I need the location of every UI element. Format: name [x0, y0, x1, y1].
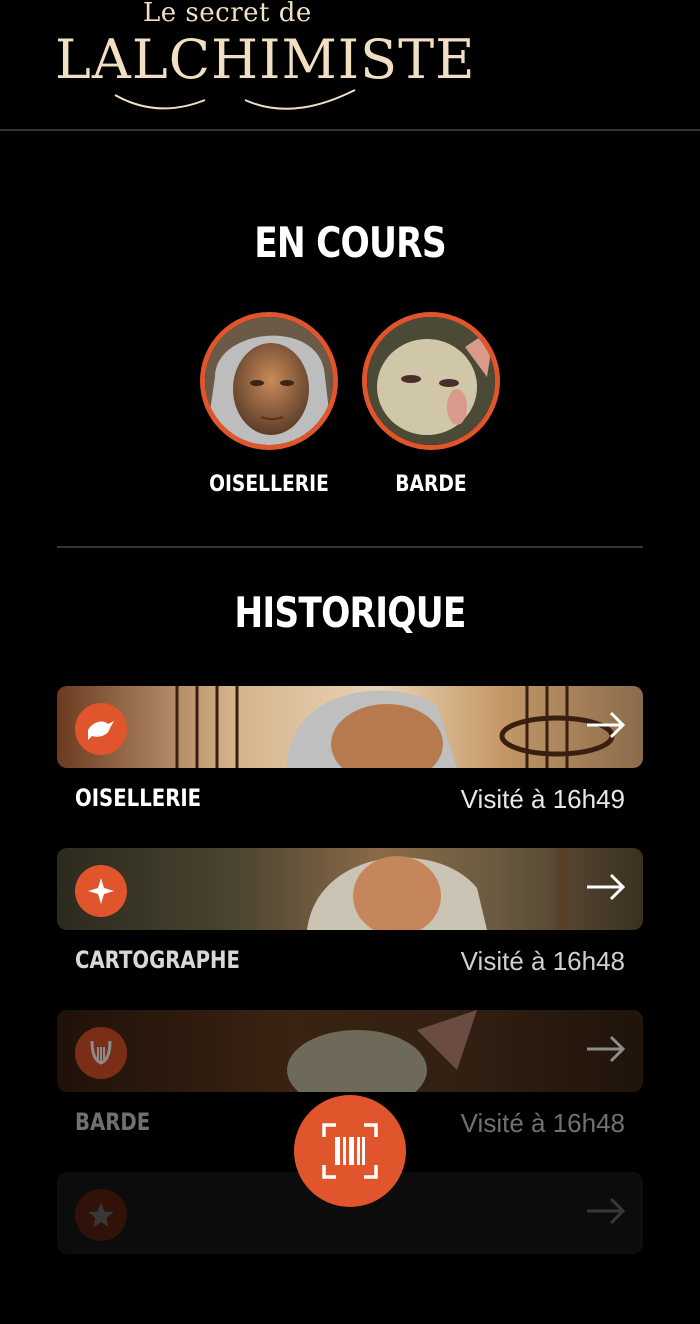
- historique-title: HISTORIQUE: [234, 588, 466, 637]
- history-time: Visité à 16h49: [460, 784, 625, 814]
- arrow-right-icon[interactable]: [585, 1196, 627, 1226]
- avatar-barde[interactable]: [362, 312, 500, 450]
- avatar-label-barde: BARDE: [395, 472, 467, 497]
- creature-portrait: [367, 317, 495, 445]
- history-title: CARTOGRAPHE: [75, 946, 240, 974]
- history-title: BARDE: [75, 1108, 151, 1136]
- banner-illustration: [287, 1010, 477, 1092]
- history-banner: [57, 686, 643, 768]
- history-card-oisellerie[interactable]: OISELLERIE Visité à 16h49: [57, 686, 643, 838]
- history-banner: [57, 1010, 643, 1092]
- arrow-right-icon[interactable]: [585, 710, 627, 740]
- history-time: Visité à 16h48: [460, 1108, 625, 1138]
- app-logo: Le secret de LALCHIMISTE: [55, 0, 475, 120]
- banner-illustration: [307, 848, 569, 930]
- history-time: Visité à 16h48: [460, 946, 625, 976]
- history-card-cartographe[interactable]: CARTOGRAPHE Visité à 16h48: [57, 848, 643, 1000]
- avatar-oisellerie[interactable]: [200, 312, 338, 450]
- en-cours-title: EN COURS: [254, 218, 446, 267]
- avatar-label-oisellerie: OISELLERIE: [209, 472, 329, 497]
- bird-icon: [75, 703, 127, 755]
- section-divider: [57, 546, 643, 548]
- logo-flourish-icon: [114, 89, 356, 110]
- star-icon: [75, 1189, 127, 1241]
- scan-button[interactable]: [294, 1095, 406, 1207]
- compass-star-icon: [75, 865, 127, 917]
- arrow-right-icon[interactable]: [585, 872, 627, 902]
- history-banner: [57, 848, 643, 930]
- barcode-scan-icon: [322, 1123, 378, 1179]
- old-woman-portrait: [205, 317, 333, 445]
- lyre-icon: [75, 1027, 127, 1079]
- banner-illustration: [175, 686, 615, 768]
- app-header: Le secret de LALCHIMISTE: [0, 0, 700, 131]
- arrow-right-icon[interactable]: [585, 1034, 627, 1064]
- history-title: OISELLERIE: [75, 784, 202, 812]
